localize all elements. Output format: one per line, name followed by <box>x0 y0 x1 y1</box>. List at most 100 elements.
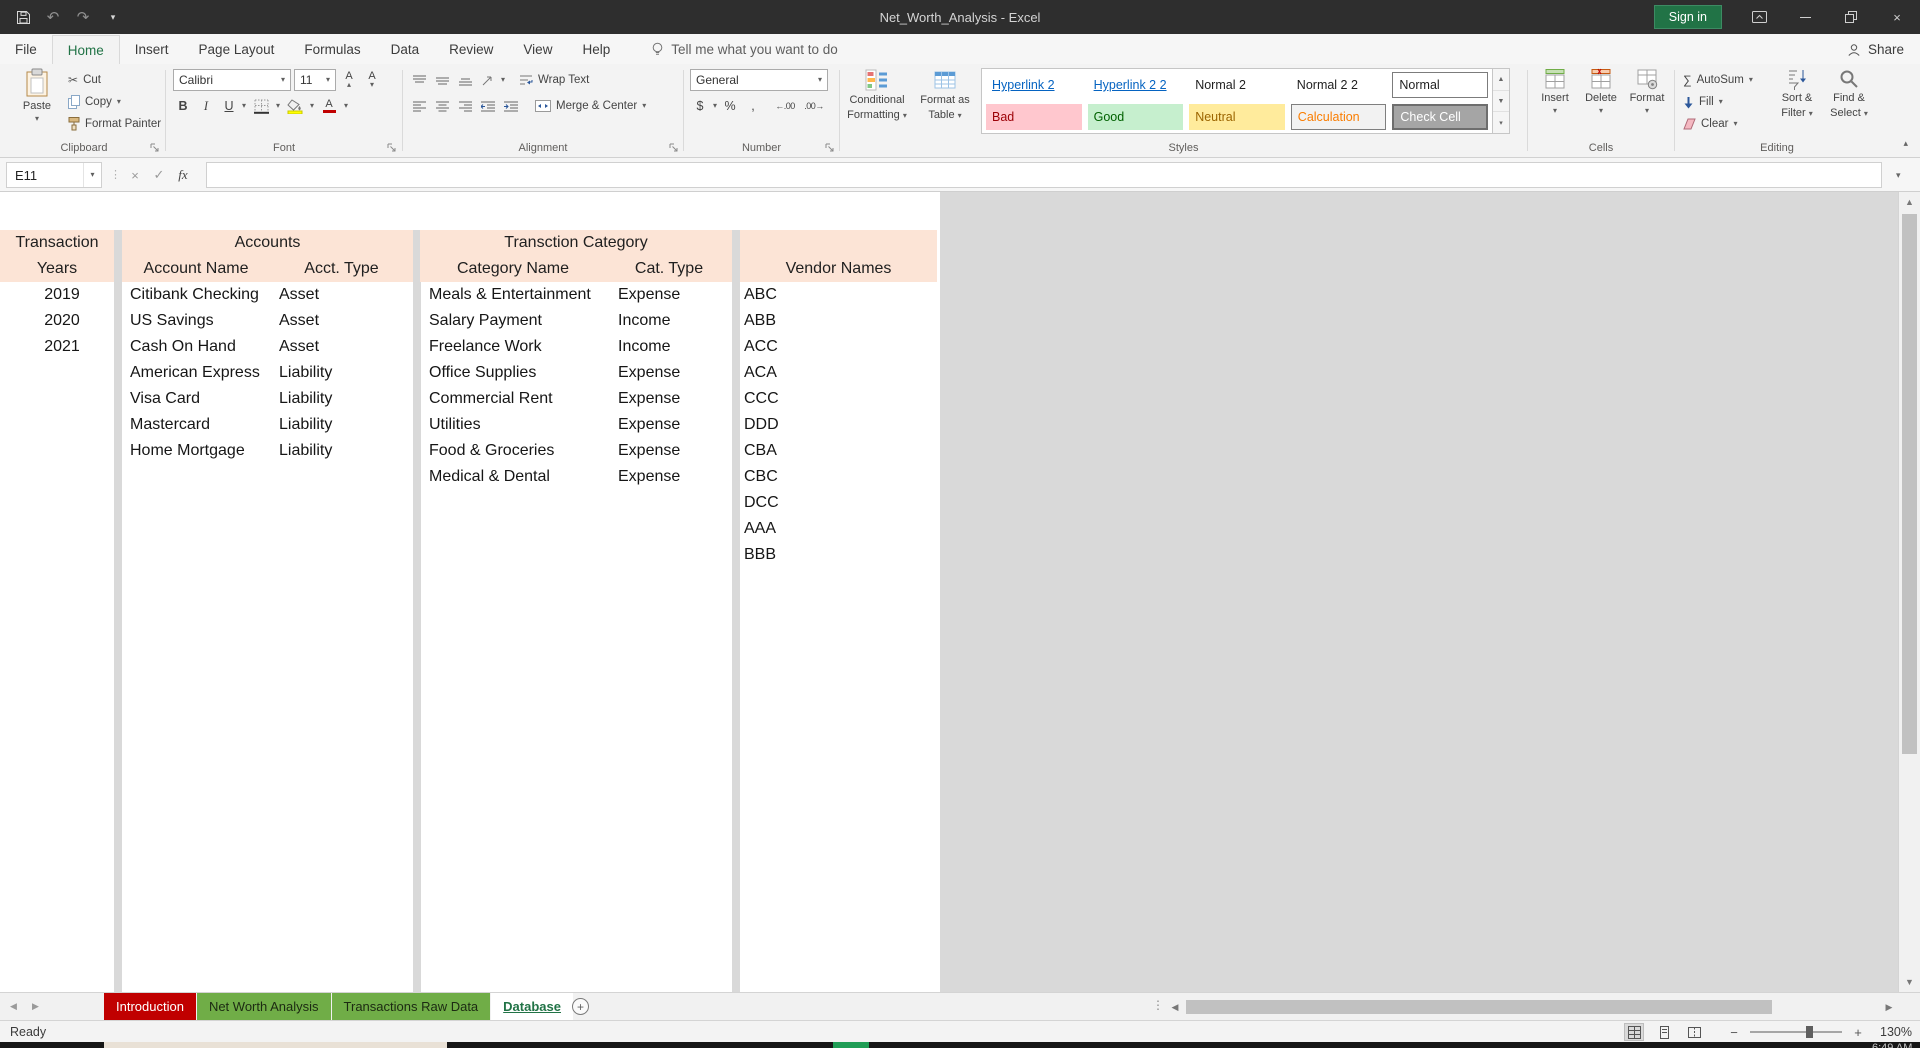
sheet-nav-right-icon[interactable]: ▶ <box>32 993 39 1020</box>
category-name-cell[interactable]: Commercial Rent <box>420 386 606 412</box>
tab-insert[interactable]: Insert <box>120 35 184 64</box>
tab-review[interactable]: Review <box>434 35 508 64</box>
account-type-cell[interactable]: Asset <box>270 308 319 334</box>
category-type-cell[interactable]: Expense <box>606 360 680 386</box>
copy-button[interactable]: Copy ▾ <box>65 91 164 113</box>
align-center-button[interactable] <box>432 95 452 117</box>
tab-view[interactable]: View <box>508 35 567 64</box>
font-color-button[interactable]: A <box>317 95 341 117</box>
account-name-cell[interactable]: Mastercard <box>122 412 270 438</box>
gallery-scroll-up-icon[interactable]: ▲ <box>1493 69 1509 91</box>
paste-button[interactable]: Paste ▾ <box>13 68 61 142</box>
borders-button[interactable] <box>249 95 273 117</box>
taskbar-item[interactable] <box>833 1042 869 1048</box>
accounting-format-button[interactable]: $ <box>690 95 710 117</box>
new-sheet-icon[interactable]: + <box>572 998 589 1015</box>
category-type-cell[interactable]: Income <box>606 334 670 360</box>
share-button[interactable]: Share <box>1847 35 1904 64</box>
scroll-down-icon[interactable]: ▼ <box>1899 972 1920 992</box>
ribbon-display-options-icon[interactable] <box>1736 0 1782 34</box>
increase-decimal-button[interactable]: ←.00 <box>772 95 798 117</box>
gallery-more-icon[interactable]: ▾ <box>1493 112 1509 133</box>
format-cells-button[interactable]: Format ▾ <box>1625 68 1669 142</box>
fill-button[interactable]: Fill ▾ <box>1680 91 1756 113</box>
scroll-left-icon[interactable]: ◀ <box>1166 996 1184 1018</box>
decrease-indent-button[interactable] <box>478 95 498 117</box>
enter-icon[interactable]: ✓ <box>148 162 170 188</box>
format-as-table-button[interactable]: Format as Table ▾ <box>913 68 977 142</box>
vendor-cell[interactable]: AAA <box>740 516 937 542</box>
restore-button[interactable] <box>1828 0 1874 34</box>
insert-function-icon[interactable]: fx <box>172 162 194 188</box>
font-dialog-launcher-icon[interactable] <box>387 143 397 153</box>
style-normal-2-2[interactable]: Normal 2 2 <box>1290 72 1387 98</box>
tab-file[interactable]: File <box>0 35 52 64</box>
category-type-cell[interactable]: Expense <box>606 464 680 490</box>
zoom-slider[interactable] <box>1750 1026 1842 1038</box>
style-check-cell[interactable]: Check Cell <box>1392 104 1488 130</box>
zoom-level[interactable]: 130% <box>1874 1025 1912 1039</box>
vendor-cell[interactable]: DCC <box>740 490 937 516</box>
style-normal[interactable]: Normal <box>1392 72 1488 98</box>
year-cell[interactable]: 2019 <box>0 282 114 308</box>
font-size-combo[interactable]: 11 ▾ <box>294 69 336 91</box>
tab-data[interactable]: Data <box>376 35 435 64</box>
style-calculation[interactable]: Calculation <box>1290 104 1387 130</box>
vendor-cell[interactable]: ABB <box>740 308 937 334</box>
increase-font-size-button[interactable]: A ▴ <box>339 69 359 91</box>
account-type-cell[interactable]: Liability <box>270 386 332 412</box>
category-name-cell[interactable]: Medical & Dental <box>420 464 606 490</box>
horizontal-scrollbar[interactable]: ◀ ▶ <box>1166 996 1898 1018</box>
align-top-button[interactable] <box>409 69 429 91</box>
page-break-view-icon[interactable] <box>1684 1023 1704 1041</box>
fill-color-caret[interactable]: ▾ <box>310 102 314 110</box>
orientation-caret[interactable]: ▾ <box>501 76 505 84</box>
account-name-cell[interactable]: American Express <box>122 360 270 386</box>
spreadsheet-grid[interactable]: Transaction Years Accounts Account Name … <box>0 192 1920 992</box>
decrease-font-size-button[interactable]: A ▾ <box>362 69 382 91</box>
expand-formula-bar-icon[interactable]: ▾ <box>1896 170 1901 181</box>
account-type-cell[interactable]: Asset <box>270 334 319 360</box>
account-type-cell[interactable]: Liability <box>270 438 332 464</box>
underline-caret[interactable]: ▾ <box>242 102 246 110</box>
tab-scroll-splitter[interactable]: ⋮ <box>1152 998 1164 1012</box>
taskbar-item[interactable] <box>104 1042 447 1048</box>
sheet-tab-transactions-raw-data[interactable]: Transactions Raw Data <box>331 993 491 1020</box>
autosum-button[interactable]: ∑ AutoSum ▾ <box>1680 69 1756 91</box>
tab-formulas[interactable]: Formulas <box>289 35 375 64</box>
collapse-ribbon-icon[interactable]: ▴ <box>1903 138 1908 149</box>
fill-color-button[interactable] <box>283 95 307 117</box>
clipboard-dialog-launcher-icon[interactable] <box>150 143 160 153</box>
category-name-cell[interactable]: Meals & Entertainment <box>420 282 606 308</box>
style-normal-2[interactable]: Normal 2 <box>1189 72 1285 98</box>
vertical-scrollbar[interactable]: ▲ ▼ <box>1898 192 1920 992</box>
tell-me-box[interactable]: Tell me what you want to do <box>651 35 838 64</box>
tab-page-layout[interactable]: Page Layout <box>184 35 290 64</box>
category-type-cell[interactable]: Expense <box>606 438 680 464</box>
zoom-in-icon[interactable]: + <box>1852 1025 1864 1040</box>
style-hyperlink-2-2[interactable]: Hyperlink 2 2 <box>1087 72 1184 98</box>
vendor-cell[interactable]: ACA <box>740 360 937 386</box>
category-name-cell[interactable]: Utilities <box>420 412 606 438</box>
category-type-cell[interactable]: Expense <box>606 386 680 412</box>
category-type-cell[interactable]: Expense <box>606 412 680 438</box>
font-color-caret[interactable]: ▾ <box>344 102 348 110</box>
decrease-decimal-button[interactable]: .00→ <box>801 95 827 117</box>
horizontal-scroll-thumb[interactable] <box>1186 1000 1772 1014</box>
borders-caret[interactable]: ▾ <box>276 102 280 110</box>
vendor-cell[interactable]: BBB <box>740 542 937 568</box>
conditional-formatting-button[interactable]: Conditional Formatting ▾ <box>843 68 911 142</box>
style-neutral[interactable]: Neutral <box>1189 104 1285 130</box>
sheet-tab-database[interactable]: Database <box>491 993 573 1020</box>
account-name-cell[interactable]: US Savings <box>122 308 270 334</box>
tab-home[interactable]: Home <box>51 35 120 64</box>
category-type-cell[interactable]: Expense <box>606 282 680 308</box>
header-transaction-category[interactable]: Transction Category Category Name Cat. T… <box>420 230 732 282</box>
style-hyperlink-2[interactable]: Hyperlink 2 <box>986 72 1082 98</box>
cut-button[interactable]: ✂ Cut <box>65 69 164 91</box>
category-name-cell[interactable]: Salary Payment <box>420 308 606 334</box>
undo-icon[interactable]: ↶ <box>40 4 66 30</box>
align-bottom-button[interactable] <box>455 69 475 91</box>
vendor-cell[interactable]: CBA <box>740 438 937 464</box>
normal-view-icon[interactable] <box>1624 1023 1644 1041</box>
